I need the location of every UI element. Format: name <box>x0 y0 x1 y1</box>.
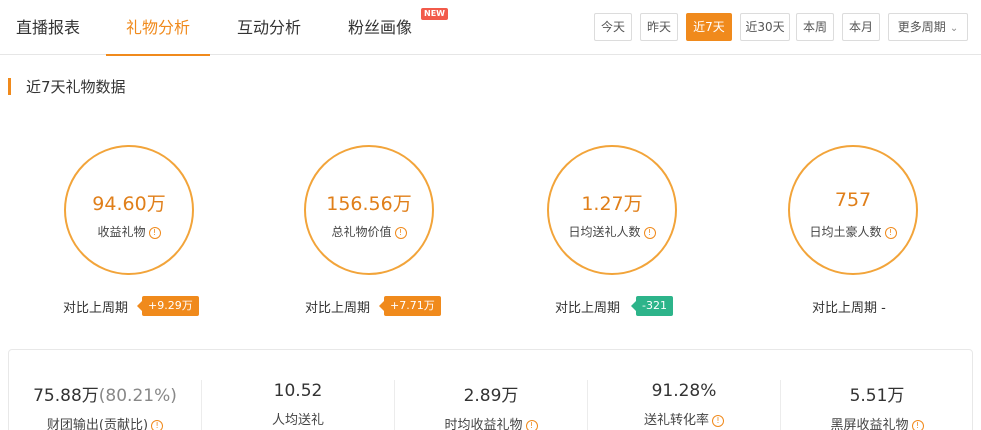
divider <box>201 380 202 430</box>
compare-label: 对比上周期 <box>305 301 371 316</box>
change-down-badge: -321 <box>631 296 673 316</box>
top-nav: 直播报表 礼物分析 互动分析 粉丝画像 NEW 今天 昨天 近7天 近30天 本… <box>0 0 981 56</box>
metric-circle: 757 日均土豪人数! <box>788 145 918 275</box>
chevron-down-icon: ⌄ <box>949 23 959 34</box>
period-7days-button[interactable]: 近7天 <box>686 13 732 41</box>
stat-guild-output: 75.88万(80.21%) 财团输出(贡献比)! <box>17 381 193 430</box>
stat-label: 时均收益礼物! <box>403 414 579 430</box>
metric-label-text: 日均土豪人数 <box>809 225 882 239</box>
tab-fan-profile[interactable]: 粉丝画像 <box>348 14 412 55</box>
metric-label: 日均送礼人数! <box>549 223 675 240</box>
stat-value: 5.51万 <box>849 386 905 406</box>
stat-label: 黑屏收益礼物! <box>789 414 965 430</box>
stat-value-main: 75.88万 <box>33 386 99 406</box>
change-up-badge: +7.71万 <box>379 296 441 316</box>
info-icon[interactable]: ! <box>151 420 164 430</box>
metric-label: 日均土豪人数! <box>790 223 916 240</box>
tab-live-report[interactable]: 直播报表 <box>16 14 80 55</box>
info-icon[interactable]: ! <box>712 415 724 427</box>
info-icon[interactable]: ! <box>525 420 538 430</box>
metric-label: 总礼物价值! <box>306 223 432 240</box>
metric-daily-gifters: 1.27万 日均送礼人数! <box>547 145 677 275</box>
tab-gift-analysis[interactable]: 礼物分析 <box>105 14 211 56</box>
stat-label-text: 财团输出(贡献比) <box>46 418 149 430</box>
stat-value-pct: (80.21%) <box>98 386 177 406</box>
stat-hourly-gift-income: 2.89万 时均收益礼物! <box>403 381 579 430</box>
stat-avg-gift-per-user: 10.52 人均送礼 <box>210 381 386 428</box>
compare-label: 对比上周期 - <box>812 301 886 316</box>
stat-label: 财团输出(贡献比)! <box>17 414 193 430</box>
metric-label-text: 总礼物价值 <box>331 225 392 239</box>
metric-value: 94.60万 <box>92 193 166 215</box>
period-this-week-button[interactable]: 本周 <box>796 13 834 41</box>
divider <box>587 380 588 430</box>
compare-label: 对比上周期 <box>63 301 129 316</box>
metric-label-text: 收益礼物 <box>97 225 146 239</box>
metric-value: 156.56万 <box>326 193 412 215</box>
divider <box>394 380 395 430</box>
metric-daily-big-spenders: 757 日均土豪人数! <box>788 145 918 275</box>
more-periods-dropdown[interactable]: 更多周期 ⌄ <box>888 13 968 41</box>
new-badge: NEW <box>421 8 448 20</box>
metric-value: 757 <box>834 189 872 211</box>
stat-label-text: 黑屏收益礼物 <box>830 418 909 430</box>
metric-value: 1.27万 <box>581 193 643 215</box>
stat-value: 10.52 <box>273 381 323 401</box>
stat-value: 91.28% <box>651 381 717 401</box>
metric-circle: 1.27万 日均送礼人数! <box>547 145 677 275</box>
info-icon[interactable]: ! <box>394 227 407 239</box>
stat-blackscreen-gift-income: 5.51万 黑屏收益礼物! <box>789 381 965 430</box>
stat-label: 送礼转化率! <box>596 409 772 428</box>
stat-label: 人均送礼 <box>271 413 324 428</box>
metric-label: 收益礼物! <box>66 223 192 240</box>
info-icon[interactable]: ! <box>643 227 656 239</box>
divider <box>780 380 781 430</box>
info-icon[interactable]: ! <box>911 420 924 430</box>
stat-value: 75.88万(80.21%) <box>17 381 193 406</box>
section-accent-bar <box>8 78 11 95</box>
period-30days-button[interactable]: 近30天 <box>740 13 790 41</box>
metric-gift-income: 94.60万 收益礼物! <box>64 145 194 275</box>
period-yesterday-button[interactable]: 昨天 <box>640 13 678 41</box>
metric-circle: 94.60万 收益礼物! <box>64 145 194 275</box>
metric-total-gift-value: 156.56万 总礼物价值! <box>304 145 434 275</box>
stat-value: 2.89万 <box>463 386 519 406</box>
more-periods-label: 更多周期 <box>897 20 946 34</box>
stat-label-text: 时均收益礼物 <box>444 418 523 430</box>
metric-circle: 156.56万 总礼物价值! <box>304 145 434 275</box>
metric-label-text: 日均送礼人数 <box>568 225 641 239</box>
period-this-month-button[interactable]: 本月 <box>842 13 880 41</box>
info-icon[interactable]: ! <box>884 227 897 239</box>
stat-label-text: 送礼转化率 <box>643 413 709 428</box>
compare-label: 对比上周期 <box>555 301 621 316</box>
section-title: 近7天礼物数据 <box>26 78 126 96</box>
period-today-button[interactable]: 今天 <box>594 13 632 41</box>
tab-interaction-analysis[interactable]: 互动分析 <box>237 14 301 55</box>
stat-gift-conversion-rate: 91.28% 送礼转化率! <box>596 381 772 428</box>
change-up-badge: +9.29万 <box>137 296 199 316</box>
info-icon[interactable]: ! <box>148 227 161 239</box>
